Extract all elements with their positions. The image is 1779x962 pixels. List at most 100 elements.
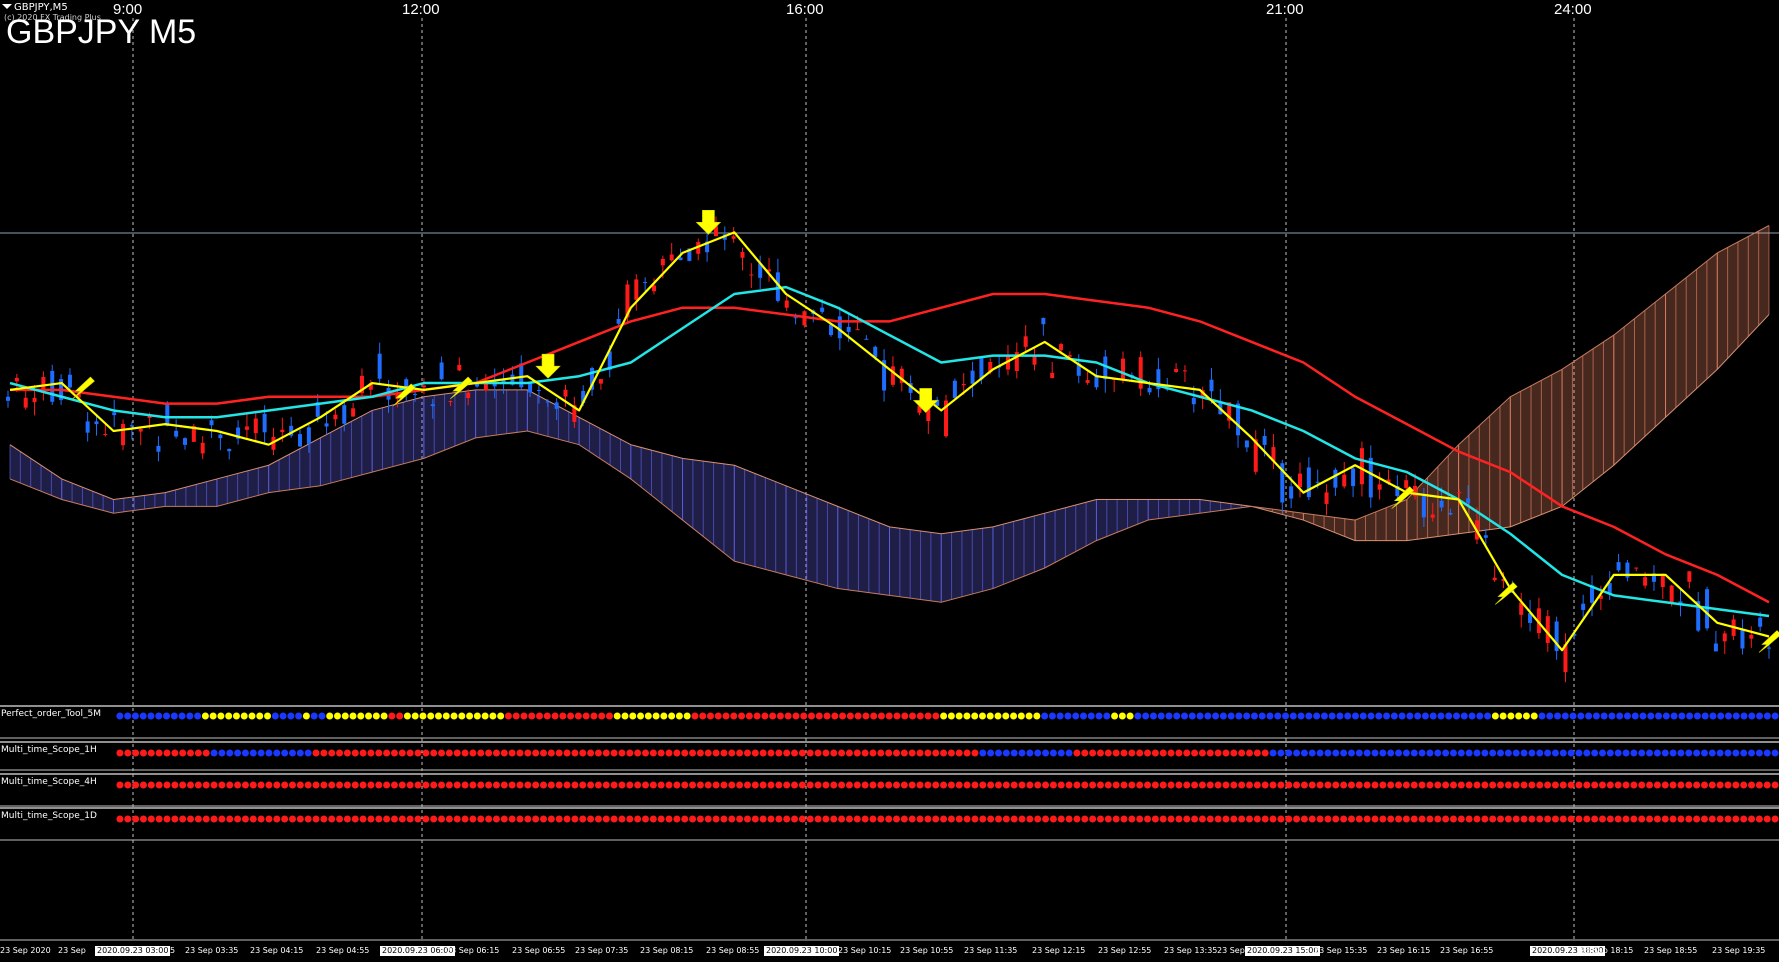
indicator-dot (594, 749, 602, 757)
indicator-dot (1073, 815, 1081, 823)
indicator-dot (987, 815, 995, 823)
indicator-dot (218, 781, 226, 789)
cloud-segment (165, 478, 217, 507)
symbol-tab[interactable]: GBPJPY,M5 (14, 3, 68, 13)
indicator-dot (372, 712, 380, 720)
indicator-dot (163, 781, 171, 789)
indicator-dot (296, 781, 304, 789)
indicator-panel-label: Multi_time_Scope_1D (1, 811, 97, 821)
indicator-dot (1655, 712, 1663, 720)
indicator-dot (524, 781, 532, 789)
indicator-dot (1191, 815, 1199, 823)
indicator-dot (226, 815, 234, 823)
indicator-dot (704, 815, 712, 823)
indicator-dot (1157, 712, 1165, 720)
indicator-dot (1686, 712, 1694, 720)
indicator-dot (1709, 712, 1717, 720)
indicator-dot (1183, 815, 1191, 823)
indicator-dot (500, 781, 508, 789)
indicator-dot (296, 815, 304, 823)
indicator-dot (1246, 749, 1254, 757)
indicator-dot (1235, 712, 1243, 720)
candle-body (828, 324, 833, 336)
indicator-dot (657, 749, 665, 757)
indicator-dot (736, 749, 744, 757)
indicator-dot (422, 815, 430, 823)
bottom-time-label: 5 (170, 946, 176, 955)
top-time-label: 9:00 (113, 1, 143, 18)
price-chart[interactable] (0, 0, 1779, 962)
indicator-dot (241, 749, 249, 757)
indicator-dot (1724, 815, 1732, 823)
indicator-dot (1551, 749, 1559, 757)
indicator-dot (540, 781, 548, 789)
indicator-dot (955, 781, 963, 789)
indicator-dot (1473, 781, 1481, 789)
indicator-dot (116, 712, 124, 720)
indicator-dot (187, 781, 195, 789)
indicator-dot (1167, 781, 1175, 789)
indicator-dot (1669, 815, 1677, 823)
indicator-dot (359, 749, 367, 757)
indicator-dot (994, 712, 1002, 720)
candle-body (961, 384, 966, 386)
candle-body (466, 392, 471, 399)
indicator-dot (1332, 781, 1340, 789)
indicator-dot (1018, 815, 1026, 823)
indicator-dot (979, 749, 987, 757)
indicator-dot (202, 815, 210, 823)
candle-body (1209, 379, 1214, 392)
bottom-time-label: 23 Sep 11:35 (964, 946, 1018, 955)
indicator-dot (310, 712, 318, 720)
indicator-dot (485, 749, 493, 757)
candle-body (970, 370, 975, 384)
indicator-dot (1460, 712, 1468, 720)
indicator-dot (1591, 815, 1599, 823)
indicator-dot (1188, 712, 1196, 720)
indicator-dot (336, 749, 344, 757)
candle-body (50, 370, 55, 402)
indicator-dot (1204, 712, 1212, 720)
indicator-dot (1261, 749, 1269, 757)
indicator-dot (256, 712, 264, 720)
chart-menu-chevron-icon[interactable] (2, 4, 12, 9)
chart-title: GBPJPY M5 (6, 13, 197, 51)
indicator-dot (1010, 712, 1018, 720)
indicator-dot (1638, 781, 1646, 789)
indicator-dot (1367, 712, 1375, 720)
indicator-dot (287, 712, 295, 720)
indicator-dot (743, 815, 751, 823)
indicator-dot (1025, 712, 1033, 720)
indicator-dot (1167, 749, 1175, 757)
chart-window[interactable]: GBPJPY,M5 (c) 2020 FX Trading Plus GBPJP… (0, 0, 1779, 962)
indicator-dot (1402, 781, 1410, 789)
candle-body (1722, 633, 1727, 642)
indicator-dot (1065, 781, 1073, 789)
indicator-dot (179, 815, 187, 823)
indicator-dot (830, 781, 838, 789)
candle-body (1359, 448, 1364, 485)
indicator-dot (155, 815, 163, 823)
indicator-dot (328, 781, 336, 789)
candle-body (749, 274, 754, 276)
indicator-dot (822, 749, 830, 757)
highlighted-time-label: 2020.09.23 10:00 (764, 946, 840, 956)
indicator-dot (1449, 781, 1457, 789)
indicator-dot (845, 749, 853, 757)
indicator-dot (1585, 712, 1593, 720)
indicator-dot (986, 712, 994, 720)
indicator-dot (987, 749, 995, 757)
indicator-dot (1136, 749, 1144, 757)
indicator-dot (1340, 749, 1348, 757)
indicator-dot (320, 815, 328, 823)
indicator-dot (1522, 712, 1530, 720)
indicator-dot (343, 749, 351, 757)
indicator-dot (853, 749, 861, 757)
indicator-dot (1670, 712, 1678, 720)
indicator-dot (947, 781, 955, 789)
candle-body (660, 258, 665, 266)
candle-body (1297, 473, 1302, 488)
indicator-dot (1390, 712, 1398, 720)
indicator-dot (1212, 712, 1220, 720)
indicator-dot (351, 815, 359, 823)
